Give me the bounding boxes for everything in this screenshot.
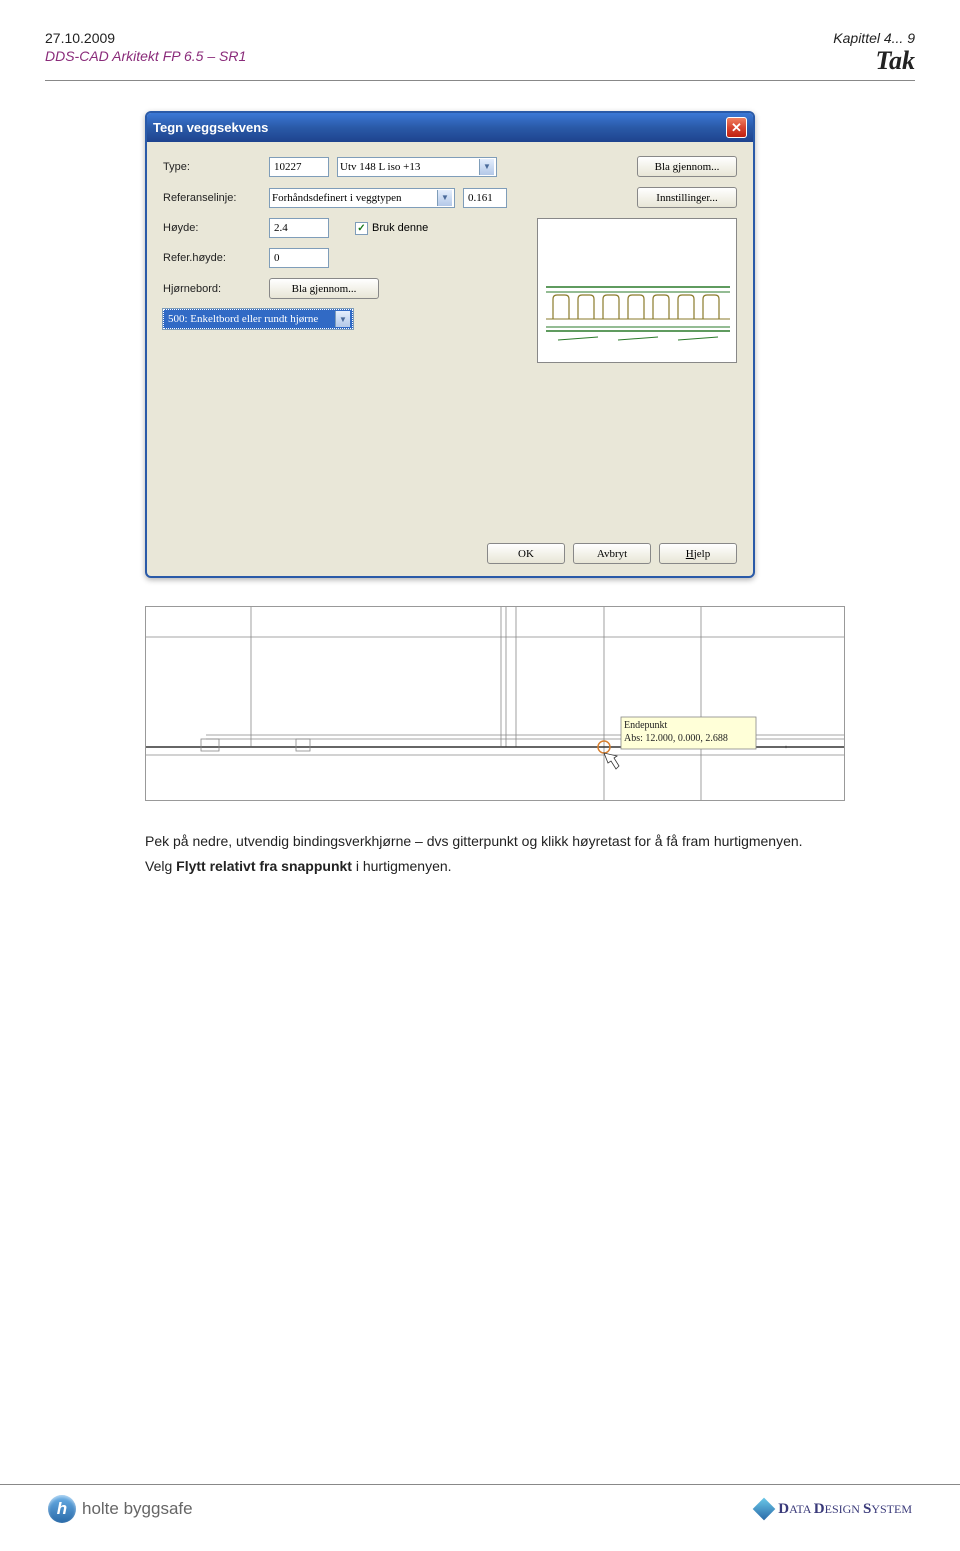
type-desc-select[interactable]: Utv 148 L iso +13 ▼ bbox=[337, 157, 497, 177]
refline-select[interactable]: Forhåndsdefinert i veggtypen ▼ bbox=[269, 188, 455, 208]
holte-logo: h holte byggsafe bbox=[48, 1495, 193, 1523]
wall-preview bbox=[537, 218, 737, 363]
holte-text: holte byggsafe bbox=[82, 1499, 193, 1519]
cancel-button[interactable]: Avbryt bbox=[573, 543, 651, 564]
header-chapter: Kapittel 4... 9 bbox=[833, 30, 915, 46]
titlebar[interactable]: Tegn veggsekvens ✕ bbox=[147, 113, 753, 142]
header-section: Tak bbox=[833, 46, 915, 76]
label-type: Type: bbox=[163, 161, 261, 173]
header-software: DDS-CAD Arkitekt FP 6.5 – SR1 bbox=[45, 48, 246, 64]
page-footer: h holte byggsafe DATA DESIGN SYSTEM bbox=[0, 1484, 960, 1523]
type-code-input[interactable] bbox=[269, 157, 329, 177]
dds-text: DATA DESIGN SYSTEM bbox=[778, 1501, 912, 1518]
chevron-down-icon: ▼ bbox=[335, 311, 350, 327]
label-corner: Hjørnebord: bbox=[163, 283, 261, 295]
instruction-text: Pek på nedre, utvendig bindingsverkhjørn… bbox=[45, 831, 915, 877]
label-refline: Referanselinje: bbox=[163, 192, 261, 204]
refline-num-input[interactable] bbox=[463, 188, 507, 208]
header-date: 27.10.2009 bbox=[45, 30, 246, 46]
dialog-tegn-veggsekvens: Tegn veggsekvens ✕ Type: Utv 148 L iso +… bbox=[145, 111, 755, 578]
use-this-checkbox[interactable]: ✓ bbox=[355, 222, 368, 235]
chevron-down-icon: ▼ bbox=[437, 190, 452, 206]
height-input[interactable] bbox=[269, 218, 329, 238]
label-height: Høyde: bbox=[163, 222, 261, 234]
close-icon: ✕ bbox=[731, 120, 742, 136]
refheight-input[interactable] bbox=[269, 248, 329, 268]
holte-logo-icon: h bbox=[48, 1495, 76, 1523]
label-refheight: Refer.høyde: bbox=[163, 252, 261, 264]
instruction-p1: Pek på nedre, utvendig bindingsverkhjørn… bbox=[145, 831, 815, 852]
browse-button[interactable]: Bla gjennom... bbox=[637, 156, 737, 177]
chevron-down-icon: ▼ bbox=[479, 159, 494, 175]
page-header: 27.10.2009 DDS-CAD Arkitekt FP 6.5 – SR1… bbox=[45, 30, 915, 76]
cad-drawing-area: Endepunkt Abs: 12.000, 0.000, 2.688 bbox=[145, 606, 845, 801]
corner-browse-button[interactable]: Bla gjennom... bbox=[269, 278, 379, 299]
close-button[interactable]: ✕ bbox=[726, 117, 747, 138]
dds-logo-icon bbox=[753, 1498, 776, 1521]
settings-button[interactable]: Innstillinger... bbox=[637, 187, 737, 208]
corner-select[interactable]: 500: Enkeltbord eller rundt hjørne ▼ bbox=[163, 309, 353, 329]
use-this-label: Bruk denne bbox=[372, 222, 428, 234]
tooltip-line1: Endepunkt bbox=[624, 719, 728, 732]
header-rule bbox=[45, 80, 915, 81]
dds-logo: DATA DESIGN SYSTEM bbox=[756, 1501, 912, 1518]
dialog-title: Tegn veggsekvens bbox=[153, 120, 268, 135]
ok-button[interactable]: OK bbox=[487, 543, 565, 564]
help-button[interactable]: Hjelp bbox=[659, 543, 737, 564]
tooltip-line2: Abs: 12.000, 0.000, 2.688 bbox=[624, 732, 728, 745]
instruction-p2: Velg Flytt relativt fra snappunkt i hurt… bbox=[145, 856, 815, 877]
